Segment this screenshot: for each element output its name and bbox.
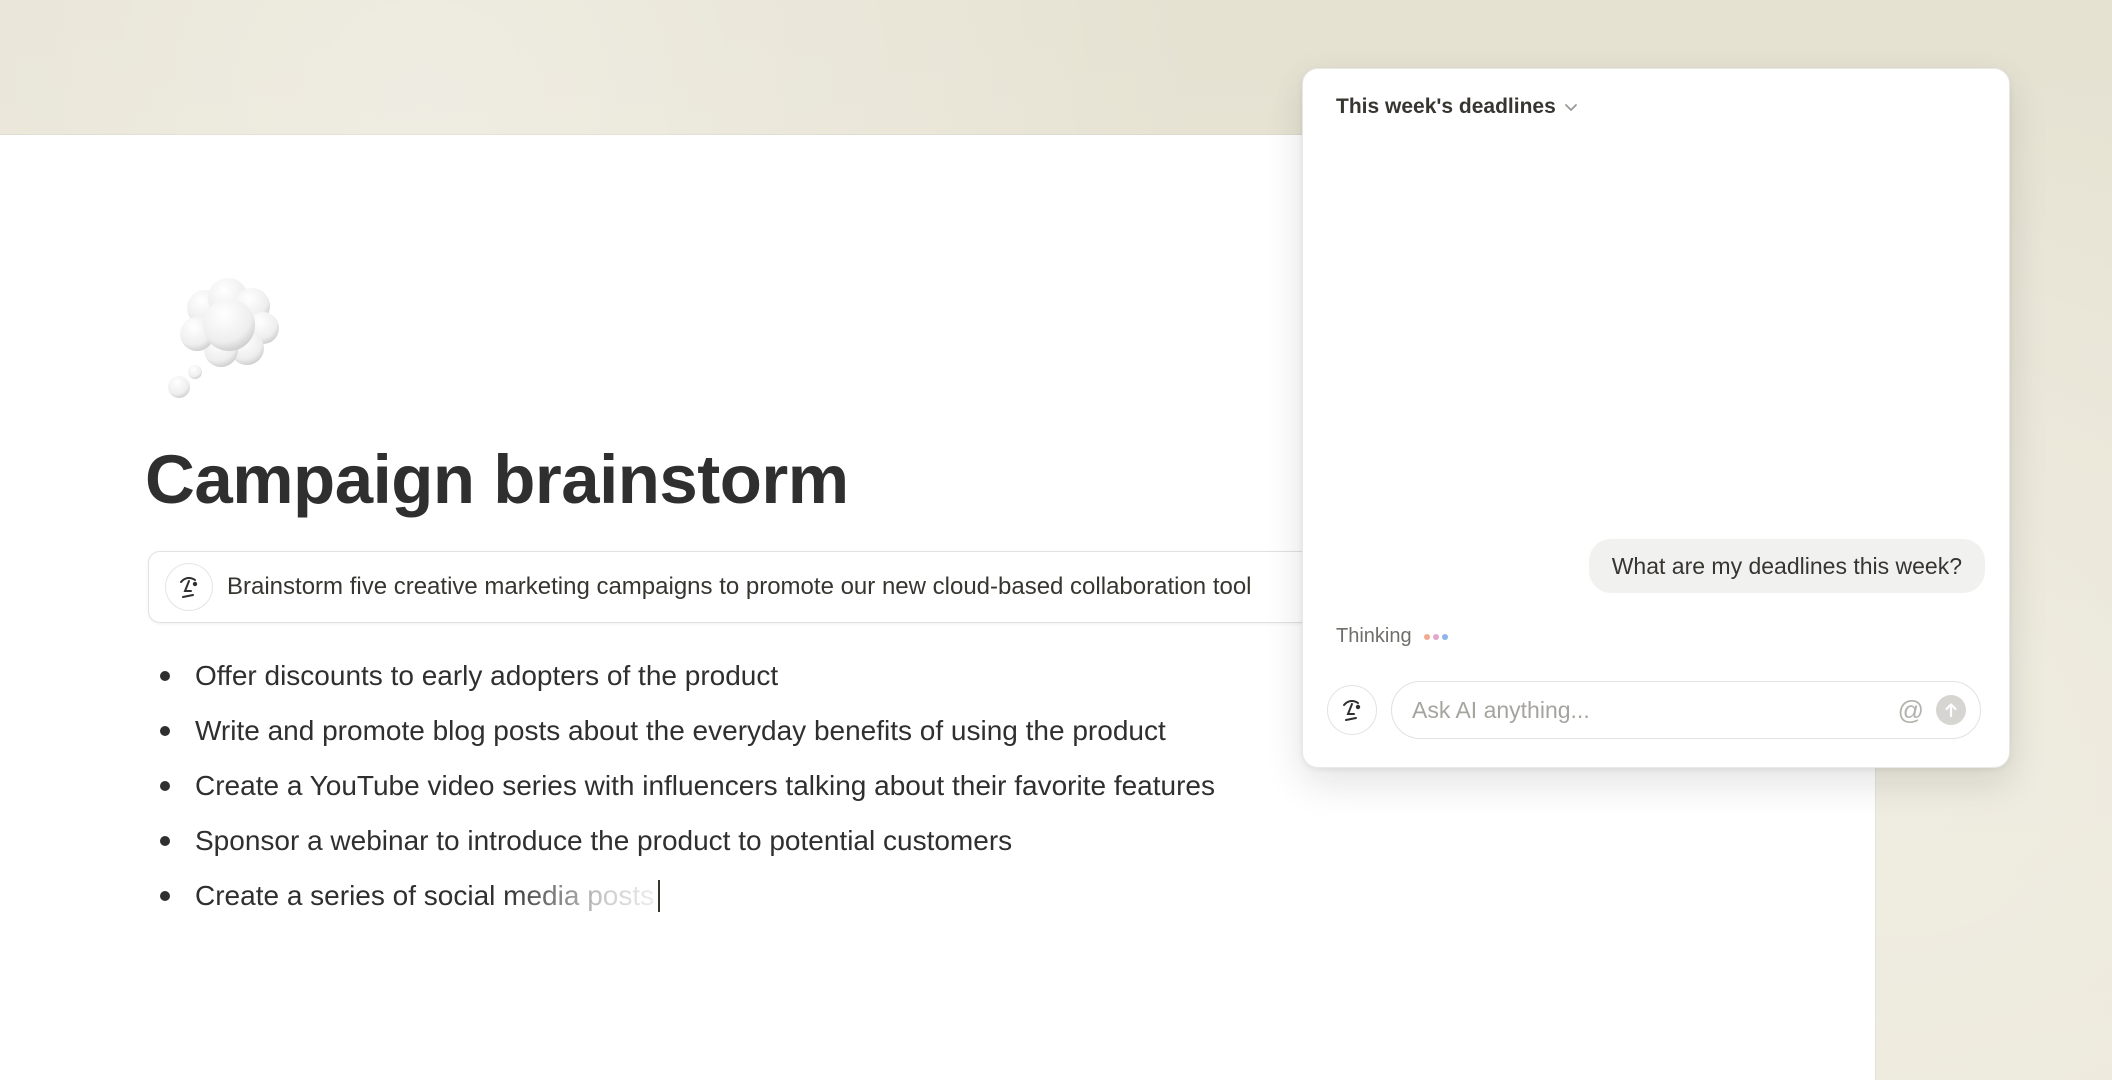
loading-dot (1432, 633, 1439, 640)
panel-title: This week's deadlines (1336, 95, 1556, 118)
list-item-text: Sponsor a webinar to introduce the produ… (195, 824, 1013, 856)
bullet-dot (160, 835, 170, 846)
list-item-text: Write and promote blog posts about the e… (195, 714, 1166, 746)
user-message-bubble: What are my deadlines this week? (1588, 539, 1985, 593)
thinking-label: Thinking (1336, 625, 1412, 647)
list-item-text: Create a YouTube video series with influ… (195, 769, 1216, 801)
user-message-text: What are my deadlines this week? (1611, 552, 1962, 579)
ai-face-icon (1327, 685, 1377, 735)
streaming-text: social media posts (423, 879, 655, 911)
panel-header-dropdown[interactable]: This week's deadlines (1336, 95, 1578, 119)
bullet-dot (160, 670, 170, 681)
ai-face-icon (165, 563, 213, 611)
ask-ai-input[interactable] (1410, 695, 1898, 725)
mention-icon[interactable]: @ (1898, 695, 1924, 726)
loading-dot (1423, 633, 1430, 640)
bullet-list: Offer discounts to early adopters of the… (160, 648, 1215, 923)
thought-balloon-icon[interactable] (165, 270, 295, 400)
ai-prompt-block[interactable]: Brainstorm five creative marketing campa… (148, 551, 1488, 623)
list-item[interactable]: Write and promote blog posts about the e… (160, 703, 1215, 758)
ask-ai-row: @ (1327, 681, 1981, 739)
text-caret (658, 879, 661, 912)
arrow-up-icon (1945, 703, 1957, 718)
ask-ai-input-container[interactable]: @ (1391, 681, 1981, 739)
loading-dot (1441, 633, 1448, 640)
list-item[interactable]: Sponsor a webinar to introduce the produ… (160, 813, 1215, 868)
bullet-dot (160, 725, 170, 736)
ai-chat-panel: This week's deadlines What are my deadli… (1302, 68, 2010, 768)
typing-list-item[interactable]: Create a series of social media posts (160, 868, 1215, 923)
prompt-text: Brainstorm five creative marketing campa… (227, 573, 1252, 600)
bullet-dot (160, 890, 170, 901)
list-item[interactable]: Offer discounts to early adopters of the… (160, 648, 1215, 703)
bullet-dot (160, 780, 170, 791)
chevron-down-icon (1564, 104, 1577, 111)
send-button[interactable] (1936, 695, 1966, 725)
loading-dots-icon (1423, 633, 1451, 640)
page-title[interactable]: Campaign brainstorm (145, 440, 849, 519)
list-item[interactable]: Create a YouTube video series with influ… (160, 758, 1215, 813)
thinking-status: Thinking (1336, 625, 1451, 648)
list-item-text: Create a series of (195, 879, 424, 911)
list-item-text: Offer discounts to early adopters of the… (195, 659, 779, 691)
